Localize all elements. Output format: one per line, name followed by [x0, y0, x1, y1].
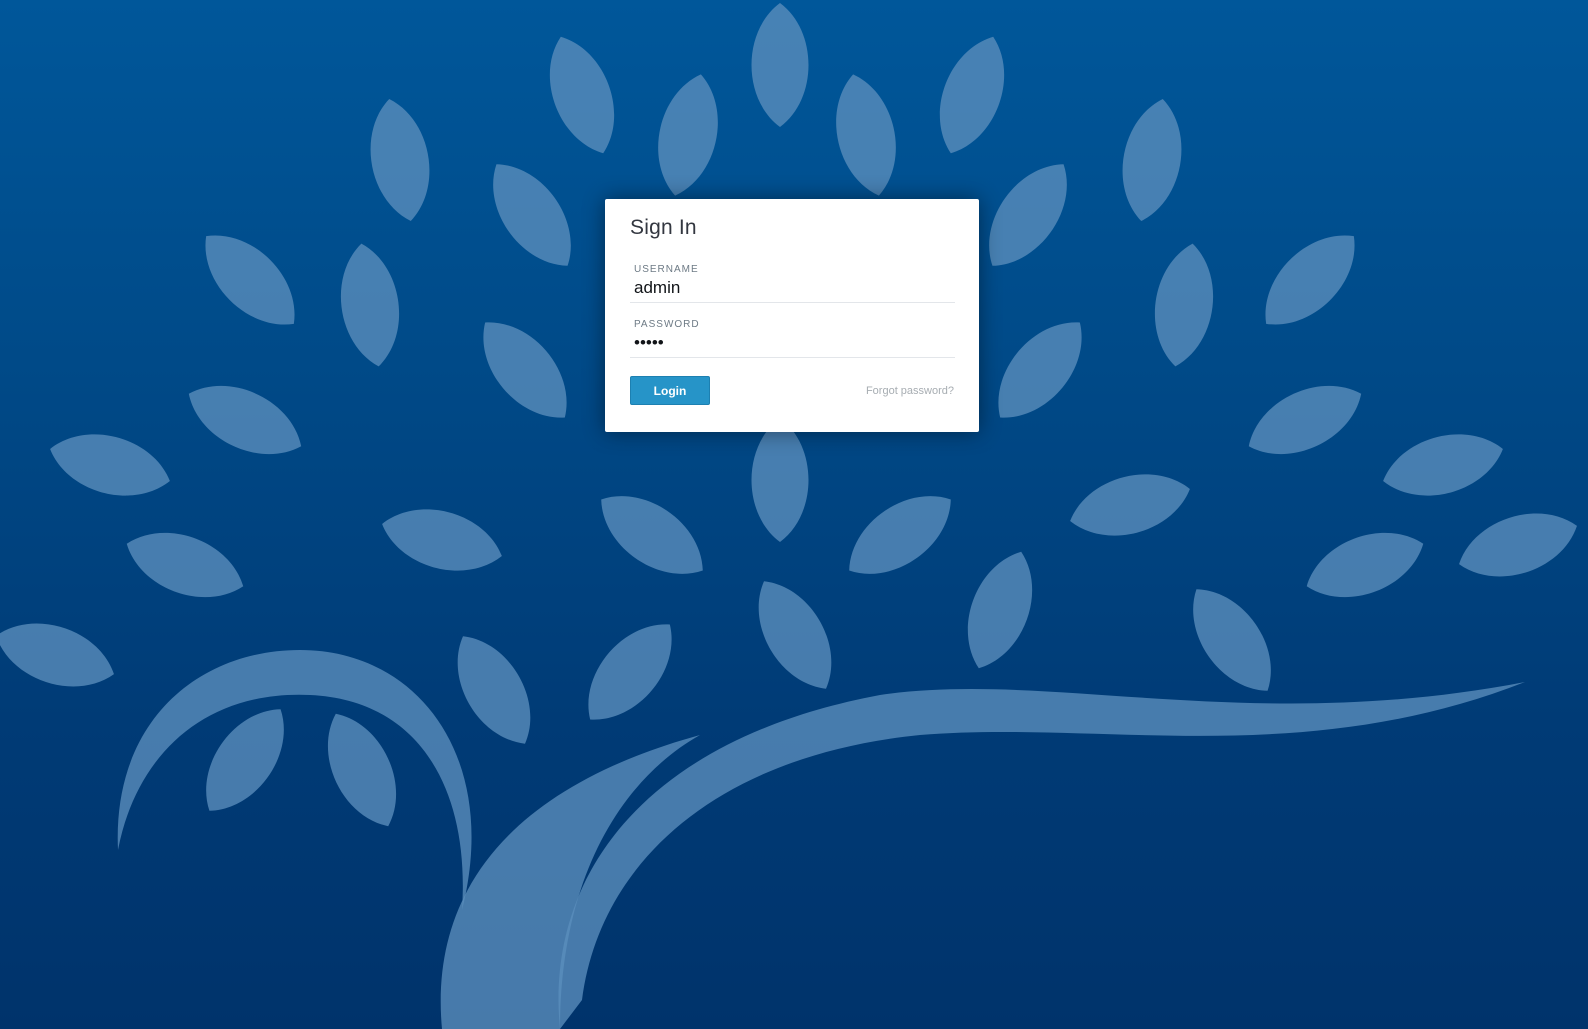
username-field: USERNAME — [630, 259, 959, 303]
tree-icon — [0, 3, 1586, 1029]
sign-in-card: Sign In USERNAME PASSWORD Login Forgot p… — [605, 199, 979, 432]
password-label: PASSWORD — [634, 319, 700, 330]
forgot-password-link[interactable]: Forgot password? — [866, 385, 954, 397]
password-input[interactable] — [630, 331, 959, 355]
username-label: USERNAME — [634, 264, 699, 275]
password-field: PASSWORD — [630, 314, 959, 358]
sign-in-title: Sign In — [630, 216, 697, 239]
username-input[interactable] — [630, 276, 959, 300]
login-button[interactable]: Login — [630, 376, 710, 405]
